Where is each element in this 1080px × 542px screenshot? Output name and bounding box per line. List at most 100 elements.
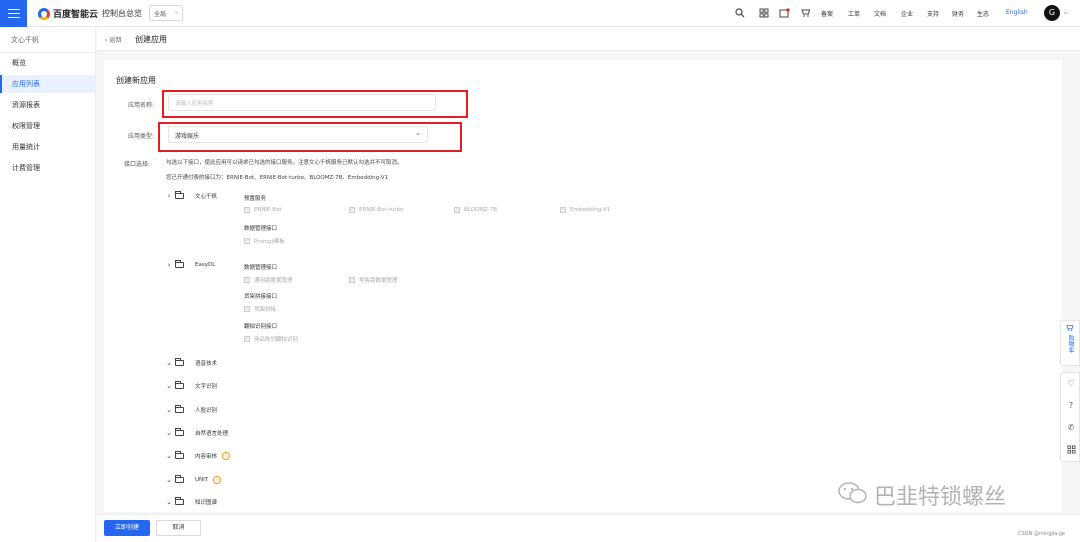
check-icon: ✓ <box>454 207 460 213</box>
brand-logo[interactable]: 百度智能云 <box>38 7 98 20</box>
nav-link-ecosystem[interactable]: 生态 <box>977 9 989 18</box>
checkbox-general-data-mgmt[interactable]: ✓ 通用版数据管理 <box>244 276 293 284</box>
cancel-button[interactable]: 取消 <box>156 520 201 536</box>
group-label-data-mgmt: 数据管理接口 <box>244 265 278 271</box>
folder-icon <box>175 475 184 483</box>
checkbox-bloomz[interactable]: ✓ BLOOMZ-7B <box>454 207 497 213</box>
floating-cart-button[interactable]: 购物车 <box>1060 320 1080 366</box>
nav-link-docs[interactable]: 文档 <box>874 9 886 18</box>
top-navigation-bar: 百度智能云 控制台总览 全局 ⌄ 备案 工单 文档 企业 支持 财务 生态 En… <box>0 0 1080 27</box>
checkbox-label: Embedding-V1 <box>570 207 611 213</box>
nav-link-filing[interactable]: 备案 <box>821 9 833 18</box>
check-icon: ✓ <box>349 207 355 213</box>
folder-icon <box>175 405 184 413</box>
cart-icon[interactable] <box>800 8 811 19</box>
region-select[interactable]: 全局 ⌄ <box>149 5 183 21</box>
checkbox-label: 通用版数据管理 <box>254 278 293 284</box>
chevron-down-icon[interactable]: ⌄ <box>166 429 172 437</box>
region-value: 全局 <box>154 11 167 18</box>
sidebar-item-app-list[interactable]: 应用列表 <box>0 75 96 93</box>
chevron-down-icon[interactable]: ⌄ <box>166 498 172 506</box>
checkbox-retail-data-mgmt[interactable]: ✓ 零售版数据管理 <box>349 276 398 284</box>
checkbox-ernie-bot[interactable]: ✓ ERNIE-Bot <box>244 207 282 213</box>
tree-node-easydl[interactable]: › EasyDL <box>166 260 215 270</box>
cart-label: 购物车 <box>1067 335 1074 353</box>
sidebar-item-overview[interactable]: 概览 <box>0 54 96 72</box>
chevron-down-icon[interactable]: ⌄ <box>166 382 172 390</box>
chevron-down-icon[interactable]: ⌄ <box>166 406 172 414</box>
info-icon[interactable]: i <box>213 476 222 484</box>
checkbox-ernie-bot-turbo[interactable]: ✓ ERNIE-Bot-turbo <box>349 207 403 213</box>
help-icon[interactable]: ? <box>1066 401 1076 411</box>
checkbox-label: 货架拼接 <box>254 307 277 313</box>
sidebar-item-usage[interactable]: 用量统计 <box>0 138 96 156</box>
chevron-down-icon[interactable]: ⌄ <box>166 476 172 484</box>
console-overview-link[interactable]: 控制台总览 <box>102 8 142 19</box>
heart-icon[interactable]: ♡ <box>1066 379 1076 389</box>
chevron-down-icon[interactable]: ⌄ <box>166 359 172 367</box>
checkbox-label: Prompt模板 <box>254 239 285 245</box>
check-icon: ✓ <box>244 207 250 213</box>
language-switch[interactable]: English <box>1006 9 1028 16</box>
tree-node-kg[interactable]: ⌄ 知识图谱 <box>166 497 217 507</box>
menu-icon <box>7 12 20 15</box>
message-icon[interactable] <box>779 8 790 19</box>
divider <box>0 52 96 53</box>
sidebar-item-resource-report[interactable]: 资源报表 <box>0 96 96 114</box>
check-icon: ✓ <box>244 336 250 342</box>
sidebar-item-permissions[interactable]: 权限管理 <box>0 117 96 135</box>
back-button[interactable]: ‹ 返回 <box>105 35 121 44</box>
tree-node-speech[interactable]: ⌄ 语音技术 <box>166 358 217 368</box>
checkbox-label: 商品陈列翻拍识别 <box>254 337 299 343</box>
tree-node-wenxin[interactable]: › 文心千帆 <box>166 191 217 201</box>
watermark-text: 巴韭特锁螺丝 <box>874 485 1007 510</box>
tree-node-label: EasyDL <box>195 262 216 268</box>
nav-link-finance[interactable]: 财务 <box>952 9 964 18</box>
apps-icon[interactable] <box>1066 445 1076 455</box>
sidebar: 文心千帆 概览 应用列表 资源报表 权限管理 用量统计 计费管理 <box>0 27 96 542</box>
nav-link-enterprise[interactable]: 企业 <box>901 9 913 18</box>
check-icon: ✓ <box>349 277 355 283</box>
app-name-label: 应用名称: <box>127 102 154 109</box>
page-title: 创建应用 <box>135 35 167 44</box>
group-label-recapture: 翻拍识别接口 <box>244 324 278 330</box>
checkbox-embedding[interactable]: ✓ Embedding-V1 <box>560 207 610 213</box>
folder-icon <box>175 428 184 436</box>
checkbox-recapture[interactable]: ✓ 商品陈列翻拍识别 <box>244 335 298 343</box>
tree-node-label: 语音技术 <box>195 361 218 367</box>
tree-node-label: 文字识别 <box>195 384 218 390</box>
chevron-right-icon[interactable]: › <box>166 192 172 200</box>
api-hint: 勾选以下接口，使此应用可以请求已勾选的接口服务。注意文心千帆服务已默认勾选并不可… <box>166 160 403 166</box>
search-icon[interactable] <box>734 8 745 19</box>
info-icon[interactable]: i <box>222 452 231 460</box>
paid-api-hint: 您已开通付费的接口为：ERNIE-Bot、ERNIE-Bot-turbo、BLO… <box>166 175 389 181</box>
highlight-frame <box>162 90 468 118</box>
nav-link-ticket[interactable]: 工单 <box>848 9 860 18</box>
nav-link-support[interactable]: 支持 <box>927 9 939 18</box>
chevron-down-icon[interactable]: ⌄ <box>166 452 172 460</box>
tree-node-moderation[interactable]: ⌄ 内容审核 i <box>166 451 231 461</box>
sidebar-title: 文心千帆 <box>11 36 39 44</box>
tree-node-face[interactable]: ⌄ 人脸识别 <box>166 405 217 415</box>
tree-node-label: UNIT <box>195 477 209 483</box>
phone-icon[interactable]: ✆ <box>1066 423 1076 433</box>
grid-icon[interactable] <box>758 8 769 19</box>
brand-name: 百度智能云 <box>53 10 99 20</box>
folder-icon <box>175 451 184 459</box>
checkbox-shelf-stitch[interactable]: ✓ 货架拼接 <box>244 305 276 313</box>
hamburger-menu-button[interactable] <box>0 0 27 27</box>
chevron-right-icon[interactable]: › <box>166 261 172 269</box>
create-app-form: 创建新应用 应用名称: 请输入应用名称 应用类型: 游戏娱乐 ⌄ 接口选择: 勾… <box>104 60 1062 512</box>
checkbox-label: 零售版数据管理 <box>359 278 398 284</box>
tree-node-unit[interactable]: ⌄ UNIT i <box>166 475 222 485</box>
create-now-button[interactable]: 立即创建 <box>104 520 150 536</box>
tree-node-nlp[interactable]: ⌄ 自然语言处理 <box>166 428 228 438</box>
action-bar: 立即创建 取消 <box>97 514 1080 542</box>
checkbox-prompt-template[interactable]: ✓ Prompt模板 <box>244 237 285 245</box>
checkbox-label: BLOOMZ-7B <box>464 207 497 213</box>
sidebar-item-billing[interactable]: 计费管理 <box>0 159 96 177</box>
chevron-down-icon[interactable]: ⌄ <box>1063 9 1068 16</box>
user-avatar[interactable]: G <box>1044 5 1060 21</box>
page-header: ‹ 返回 创建应用 <box>97 27 1080 51</box>
tree-node-ocr[interactable]: ⌄ 文字识别 <box>166 381 217 391</box>
